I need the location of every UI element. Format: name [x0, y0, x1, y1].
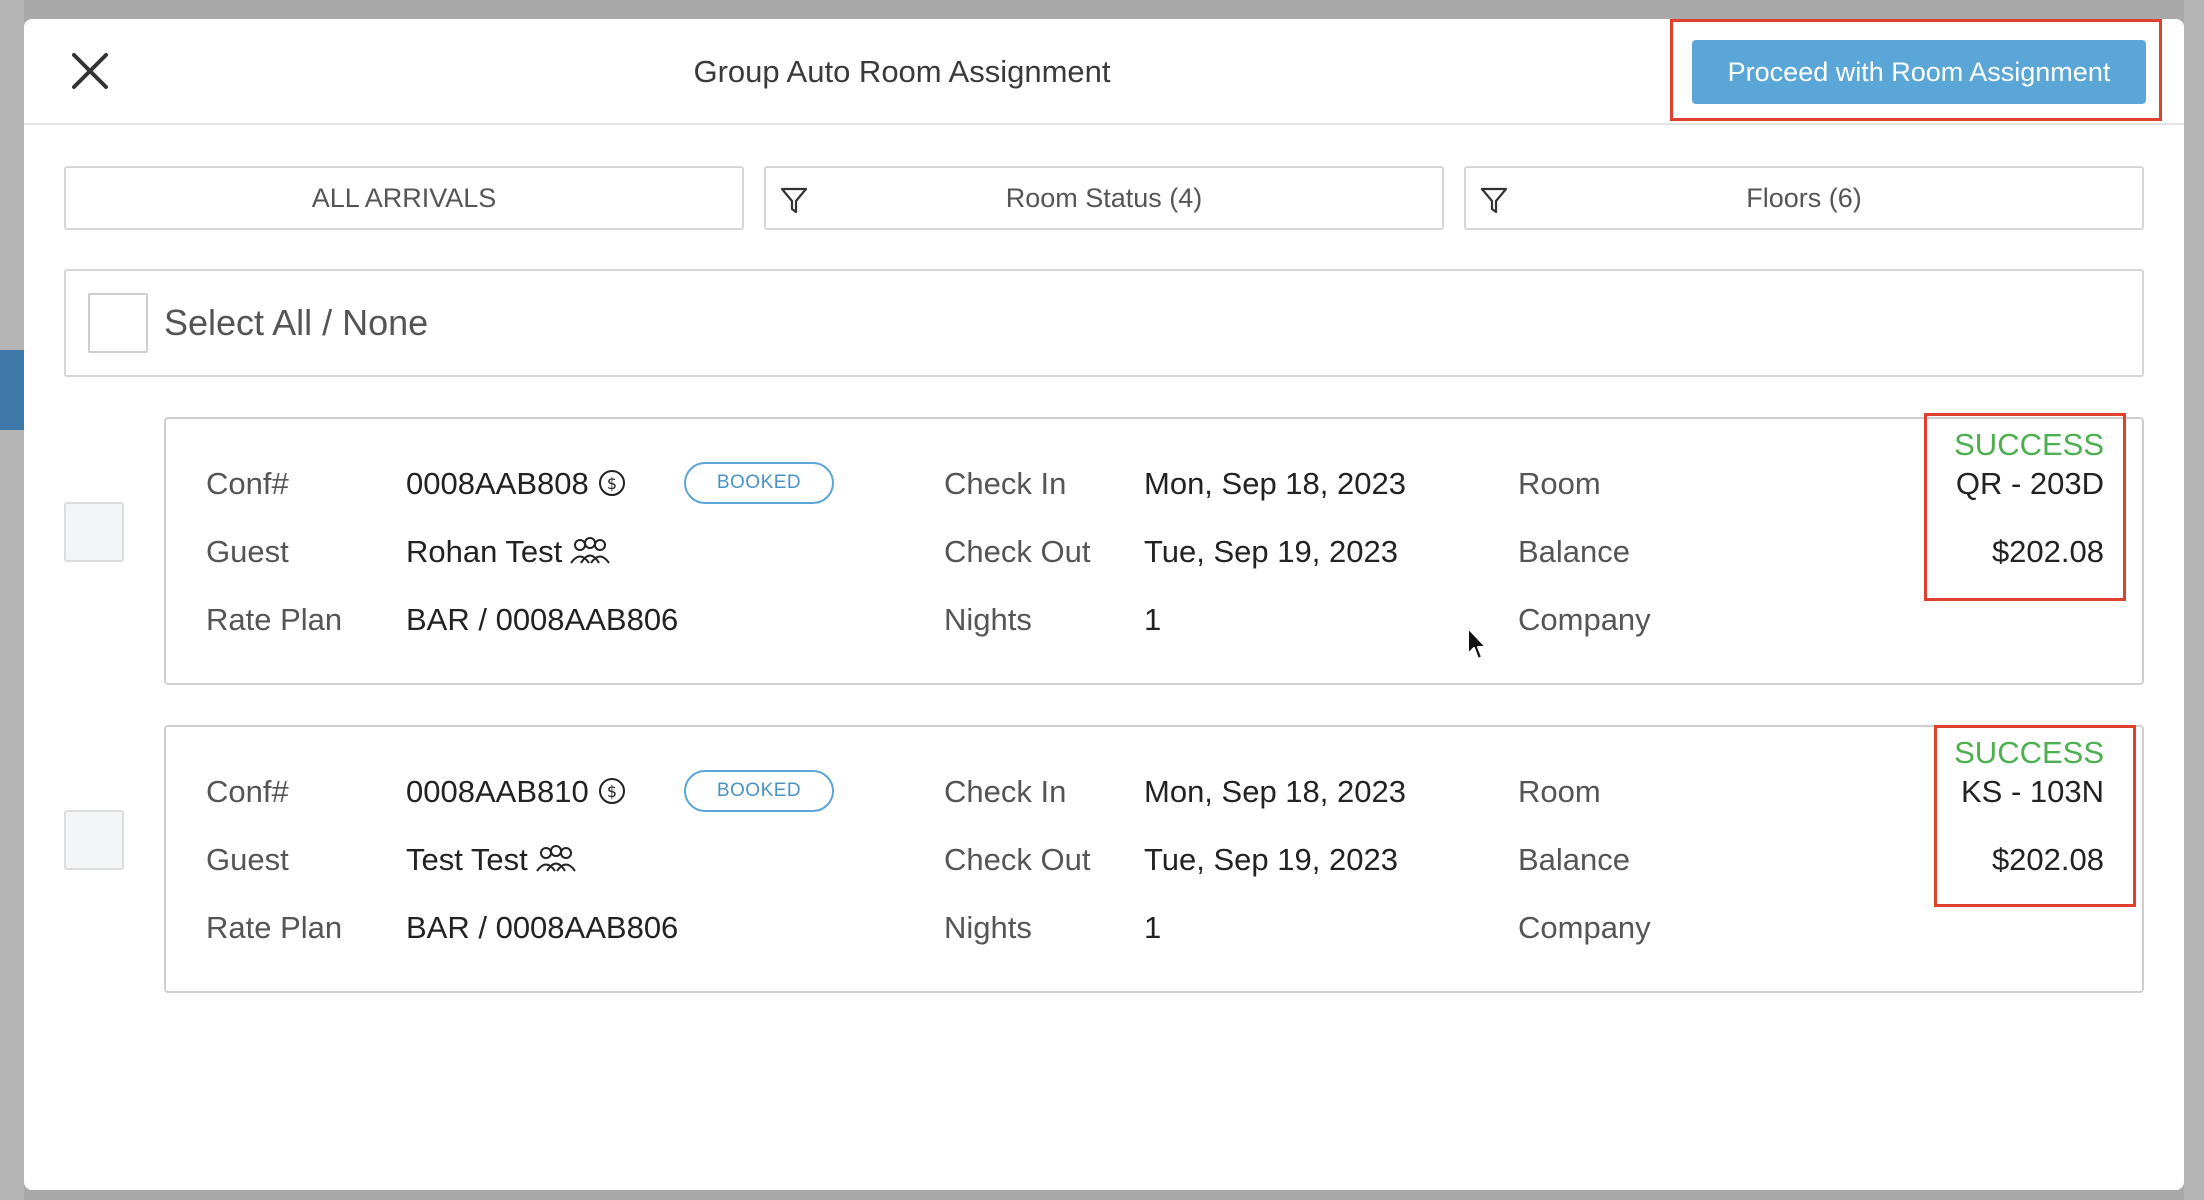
select-all-label: Select All / None — [164, 302, 429, 343]
floors-label: Floors (6) — [1746, 182, 1862, 213]
status-badge: BOOKED — [684, 462, 834, 504]
result-highlight — [1924, 413, 2126, 601]
check-out-value: Tue, Sep 19, 2023 — [1144, 534, 1398, 569]
balance-label: Balance — [1518, 842, 1631, 877]
modal-header: Group Auto Room Assignment Proceed with … — [24, 19, 2184, 125]
conf-label: Conf# — [206, 466, 289, 501]
group-auto-room-assignment-modal: Group Auto Room Assignment Proceed with … — [24, 19, 2184, 1190]
dollar-circle-icon: $ — [598, 470, 625, 496]
room-status-filter[interactable]: Room Status (4) — [764, 166, 1444, 230]
all-arrivals-label: ALL ARRIVALS — [311, 182, 497, 213]
guest-value: Rohan Test — [406, 534, 563, 569]
dollar-circle-icon: $ — [598, 778, 625, 804]
reservation-card[interactable]: Conf# 0008AAB810 $ BOOKED Guest Test Test… — [164, 725, 2144, 993]
conf-value: 0008AAB808 — [406, 466, 589, 501]
svg-text:$: $ — [607, 474, 617, 493]
all-arrivals-filter[interactable]: ALL ARRIVALS — [64, 166, 744, 230]
group-icon — [535, 845, 576, 872]
reservation-checkbox[interactable] — [64, 502, 124, 562]
rate-plan-label: Rate Plan — [206, 602, 343, 637]
filter-icon — [778, 184, 810, 216]
check-in-label: Check In — [944, 466, 1067, 501]
company-label: Company — [1518, 910, 1651, 945]
room-label: Room — [1518, 774, 1601, 809]
nights-value: 1 — [1144, 602, 1162, 637]
proceed-button[interactable]: Proceed with Room Assignment — [1692, 40, 2146, 104]
room-status-label: Room Status (4) — [1005, 182, 1203, 213]
balance-label: Balance — [1518, 534, 1631, 569]
conf-value: 0008AAB810 — [406, 774, 589, 809]
nights-label: Nights — [944, 910, 1032, 945]
rate-plan-value: BAR / 0008AAB806 — [406, 910, 679, 945]
nights-value: 1 — [1144, 910, 1162, 945]
company-label: Company — [1518, 602, 1651, 637]
background-page — [0, 0, 24, 1200]
status-badge: BOOKED — [684, 770, 834, 812]
check-in-value: Mon, Sep 18, 2023 — [1144, 774, 1406, 809]
check-in-value: Mon, Sep 18, 2023 — [1144, 466, 1406, 501]
check-out-value: Tue, Sep 19, 2023 — [1144, 842, 1398, 877]
background-page-right — [2184, 0, 2204, 1200]
reservation-card[interactable]: Conf# 0008AAB808 $ BOOKED Guest Rohan Tes… — [164, 417, 2144, 685]
select-all-checkbox[interactable] — [88, 293, 148, 353]
mouse-cursor-icon — [1467, 627, 1487, 660]
check-out-label: Check Out — [944, 842, 1091, 877]
conf-number: 0008AAB810 $ — [406, 774, 627, 810]
guest-label: Guest — [206, 842, 289, 877]
nights-label: Nights — [944, 602, 1032, 637]
rate-plan-value: BAR / 0008AAB806 — [406, 602, 679, 637]
conf-label: Conf# — [206, 774, 289, 809]
room-label: Room — [1518, 466, 1601, 501]
check-in-label: Check In — [944, 774, 1067, 809]
modal-title: Group Auto Room Assignment — [693, 54, 1111, 89]
filter-icon — [1478, 184, 1510, 216]
guest-name[interactable]: Rohan Test — [406, 534, 612, 570]
select-all-bar: Select All / None — [64, 269, 2144, 377]
floors-filter[interactable]: Floors (6) — [1464, 166, 2144, 230]
guest-name[interactable]: Test Test — [406, 842, 578, 878]
check-out-label: Check Out — [944, 534, 1091, 569]
rate-plan-label: Rate Plan — [206, 910, 343, 945]
conf-number: 0008AAB808 $ — [406, 466, 627, 502]
background-tab — [0, 350, 24, 430]
group-icon — [570, 537, 611, 564]
guest-value: Test Test — [406, 842, 528, 877]
guest-label: Guest — [206, 534, 289, 569]
svg-text:$: $ — [607, 782, 617, 801]
result-highlight — [1934, 725, 2136, 907]
reservation-checkbox[interactable] — [64, 810, 124, 870]
